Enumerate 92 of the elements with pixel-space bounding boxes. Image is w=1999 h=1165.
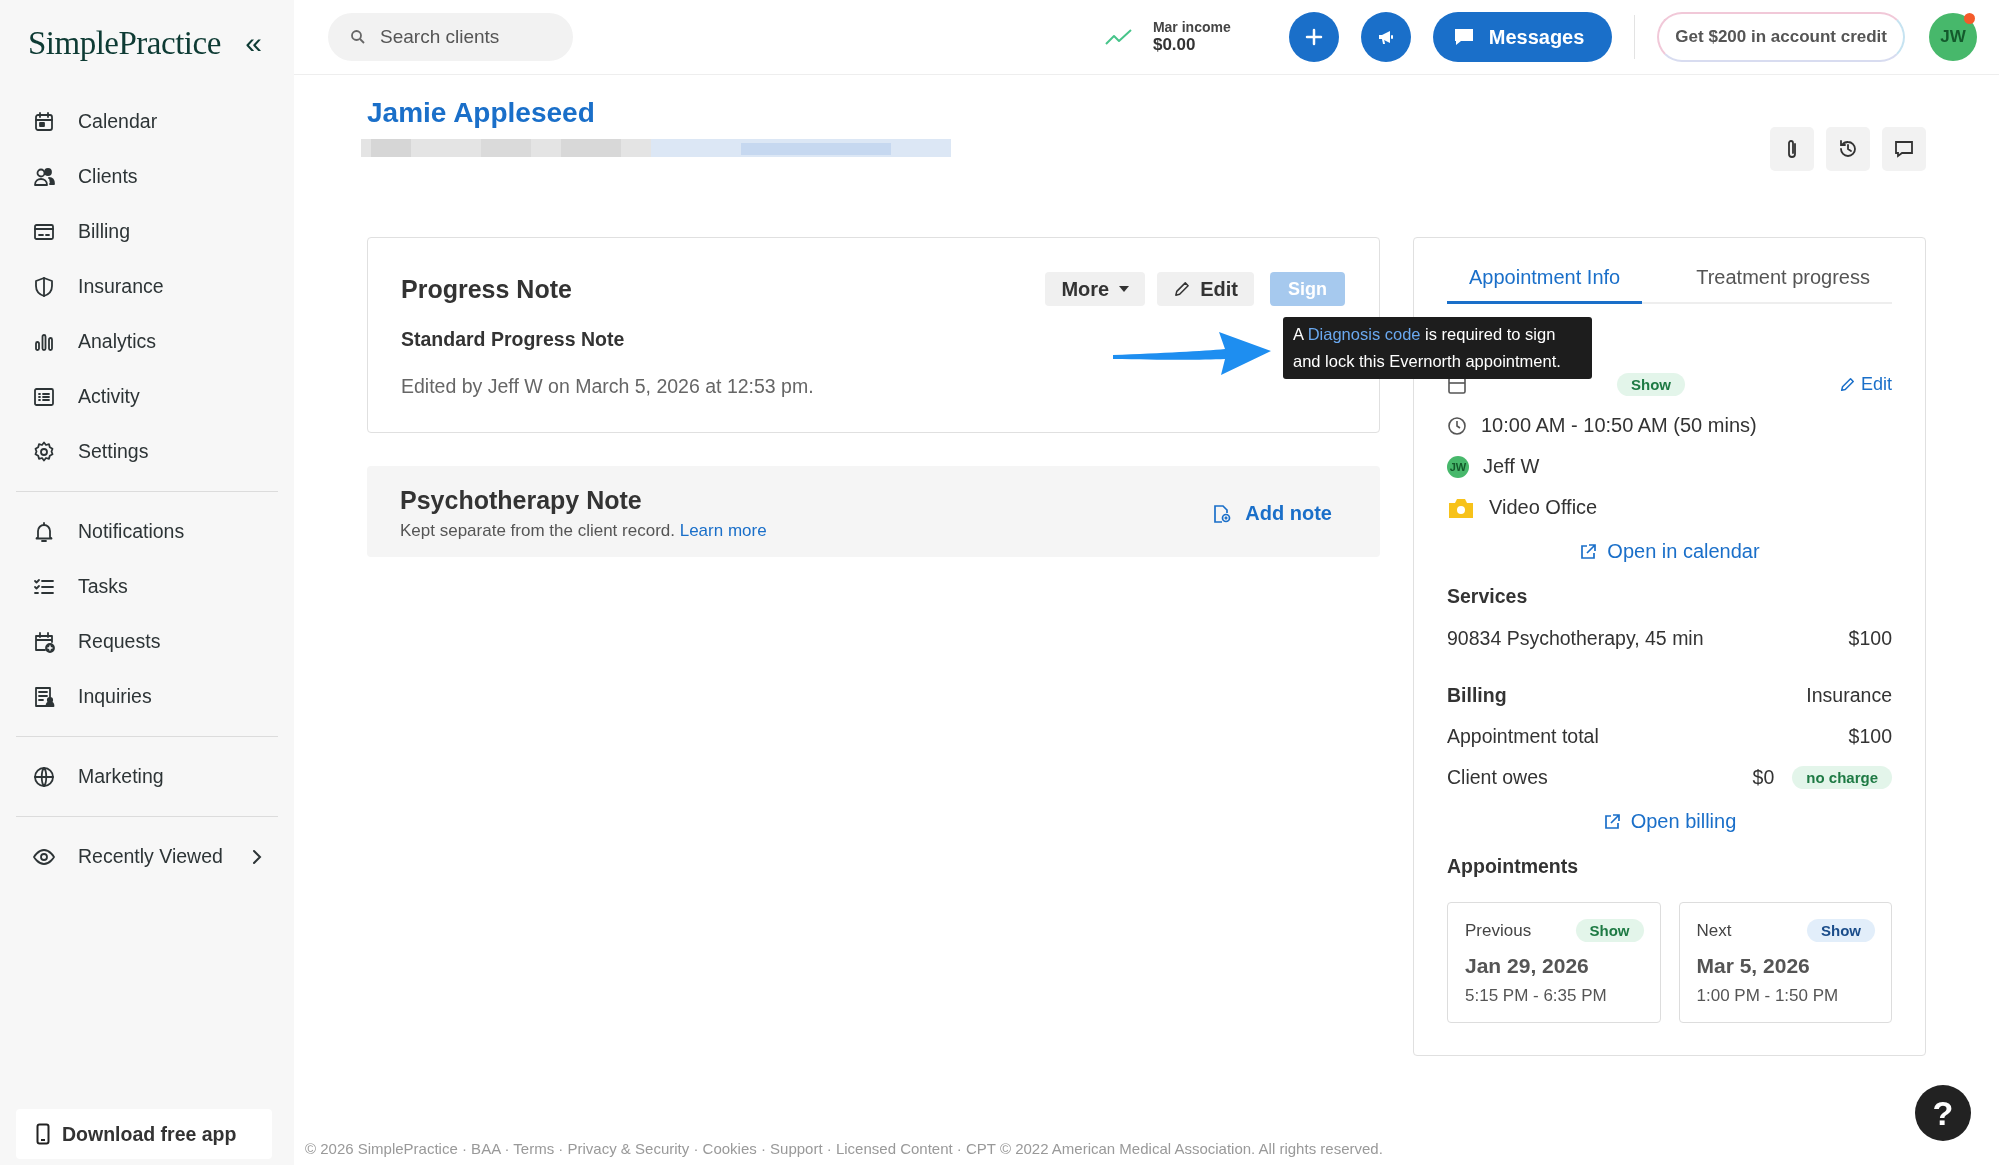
sidebar-item[interactable]: Settings — [16, 424, 278, 479]
comment-icon — [1893, 138, 1915, 160]
phone-icon — [36, 1123, 50, 1145]
note-title: Psychotherapy Note — [400, 486, 643, 515]
status-badge: Show — [1575, 919, 1644, 942]
add-button[interactable] — [1288, 12, 1339, 62]
search-icon — [350, 29, 366, 45]
sidebar-item[interactable]: Inquiries — [16, 669, 278, 724]
appointment-time: 1:00 PM - 1:50 PM — [1696, 986, 1840, 1006]
more-button[interactable]: More — [1045, 272, 1146, 306]
appointment-time: 5:15 PM - 6:35 PM — [1465, 986, 1608, 1006]
note-description: Kept separate from the client record. Learn more — [400, 521, 767, 541]
comment-button[interactable] — [1882, 127, 1926, 171]
caret-icon — [1119, 286, 1130, 292]
collapse-button[interactable]: « — [241, 28, 266, 58]
diagnosis-code-link[interactable]: Diagnosis code — [1307, 325, 1421, 343]
plus-icon — [1303, 27, 1324, 47]
sidebar-item[interactable]: Recently Viewed — [16, 829, 278, 884]
section-heading: Services — [1447, 585, 1529, 608]
help-button[interactable]: ? — [1915, 1085, 1971, 1141]
search-field[interactable]: Search clients — [328, 13, 573, 61]
sidebar-item[interactable]: Tasks — [16, 559, 278, 614]
total-value: $100 — [1848, 725, 1892, 748]
appointment-label: Previous — [1465, 920, 1532, 941]
calendar-plus-icon — [32, 629, 56, 654]
sidebar-item[interactable]: Marketing — [16, 749, 278, 804]
note-title: Progress Note — [401, 274, 572, 304]
sidebar-item[interactable]: Billing — [16, 204, 278, 259]
panel-tab[interactable]: Appointment Info — [1447, 260, 1643, 304]
sidebar-item[interactable]: Insurance — [16, 259, 278, 314]
appointment-card[interactable]: Previous Show Jan 29, 2026 5:15 PM - 6:35 PM — [1447, 902, 1661, 1023]
appointment-card[interactable]: Next Show Mar 5, 2026 1:00 PM - 1:50 PM — [1678, 902, 1892, 1023]
sidebar-item[interactable]: Notifications — [16, 504, 278, 559]
service-price: $100 — [1848, 627, 1892, 650]
section-heading: Billing — [1447, 684, 1507, 707]
history-button[interactable] — [1826, 127, 1870, 171]
pencil-icon — [1838, 376, 1855, 393]
client-owes-label: Client owes — [1447, 766, 1548, 789]
edited-info: Edited by Jeff W on March 5, 2026 at 12:53 pm. — [401, 375, 815, 398]
no-charge-badge: no charge — [1792, 766, 1892, 789]
document-person-icon — [32, 684, 56, 709]
client-name[interactable]: Jamie Appleseed — [367, 97, 951, 129]
add-note-link[interactable]: Add note — [1213, 502, 1332, 525]
download-app-button[interactable]: Download free app — [16, 1109, 272, 1159]
pencil-icon — [1173, 280, 1191, 298]
tooltip: A Diagnosis code is required to sign and lock this Evernorth appointment. — [1283, 317, 1592, 379]
camera-icon — [1447, 496, 1475, 519]
edit-button[interactable]: Edit — [1157, 272, 1254, 306]
trend-line-icon — [1104, 28, 1133, 46]
sidebar-item[interactable]: Activity — [16, 369, 278, 424]
location: Video Office — [1489, 496, 1598, 519]
attachment-button[interactable] — [1770, 127, 1814, 171]
announcements-button[interactable] — [1360, 12, 1411, 62]
sidebar-item[interactable]: Requests — [16, 614, 278, 669]
billing-type: Insurance — [1806, 684, 1892, 707]
section-heading: Appointments — [1447, 855, 1580, 878]
calendar-icon — [32, 109, 56, 134]
sidebar-item[interactable]: Calendar — [16, 94, 278, 149]
document-plus-icon — [1213, 503, 1232, 524]
external-link-icon — [1579, 542, 1598, 561]
status-badge: Show — [1617, 373, 1685, 396]
footer-text: © 2026 SimplePractice · BAA · Terms · Privacy & Security · Cookies · Support · Licensed Content · CPT © 2022 American Medical Association. All rights reserved. — [305, 1140, 1384, 1159]
history-icon — [1837, 138, 1859, 160]
service-name: 90834 Psychotherapy, 45 min — [1447, 627, 1704, 650]
messages-button[interactable]: Messages — [1432, 12, 1613, 62]
panel-tab[interactable]: Treatment progress — [1674, 260, 1892, 304]
income-label: Mar income — [1152, 19, 1231, 35]
sidebar-item[interactable]: Analytics — [16, 314, 278, 369]
learn-more-link[interactable]: Learn more — [679, 521, 767, 540]
appointment-date: Mar 5, 2026 — [1696, 954, 1811, 978]
shield-icon — [32, 274, 56, 299]
globe-icon — [32, 764, 56, 789]
clinician-name: Jeff W — [1483, 455, 1540, 478]
open-calendar-link[interactable]: Open in calendar — [1447, 540, 1892, 563]
logo[interactable]: SimplePractice — [28, 24, 221, 62]
sidebar-item[interactable]: Clients — [16, 149, 278, 204]
clinician-avatar: JW — [1447, 455, 1469, 478]
clock-icon — [1447, 415, 1467, 436]
client-owes-value: $0 — [1752, 766, 1775, 789]
total-label: Appointment total — [1447, 725, 1599, 748]
appointment-time: 10:00 AM - 10:50 AM (50 mins) — [1481, 414, 1757, 437]
edit-link[interactable]: Edit — [1838, 374, 1892, 395]
account-credit-button[interactable]: Get $200 in account credit — [1657, 12, 1905, 62]
open-billing-link[interactable]: Open billing — [1447, 810, 1892, 833]
appointment-label: Next — [1696, 920, 1732, 941]
note-template-name: Standard Progress Note — [401, 328, 625, 351]
external-link-icon — [1602, 812, 1621, 831]
appointment-date: Jan 29, 2026 — [1465, 954, 1590, 978]
status-badge: Show — [1807, 919, 1875, 942]
chat-bubble-icon — [1452, 27, 1475, 47]
income-value: $0.00 — [1152, 35, 1197, 55]
settings-icon — [32, 439, 56, 464]
